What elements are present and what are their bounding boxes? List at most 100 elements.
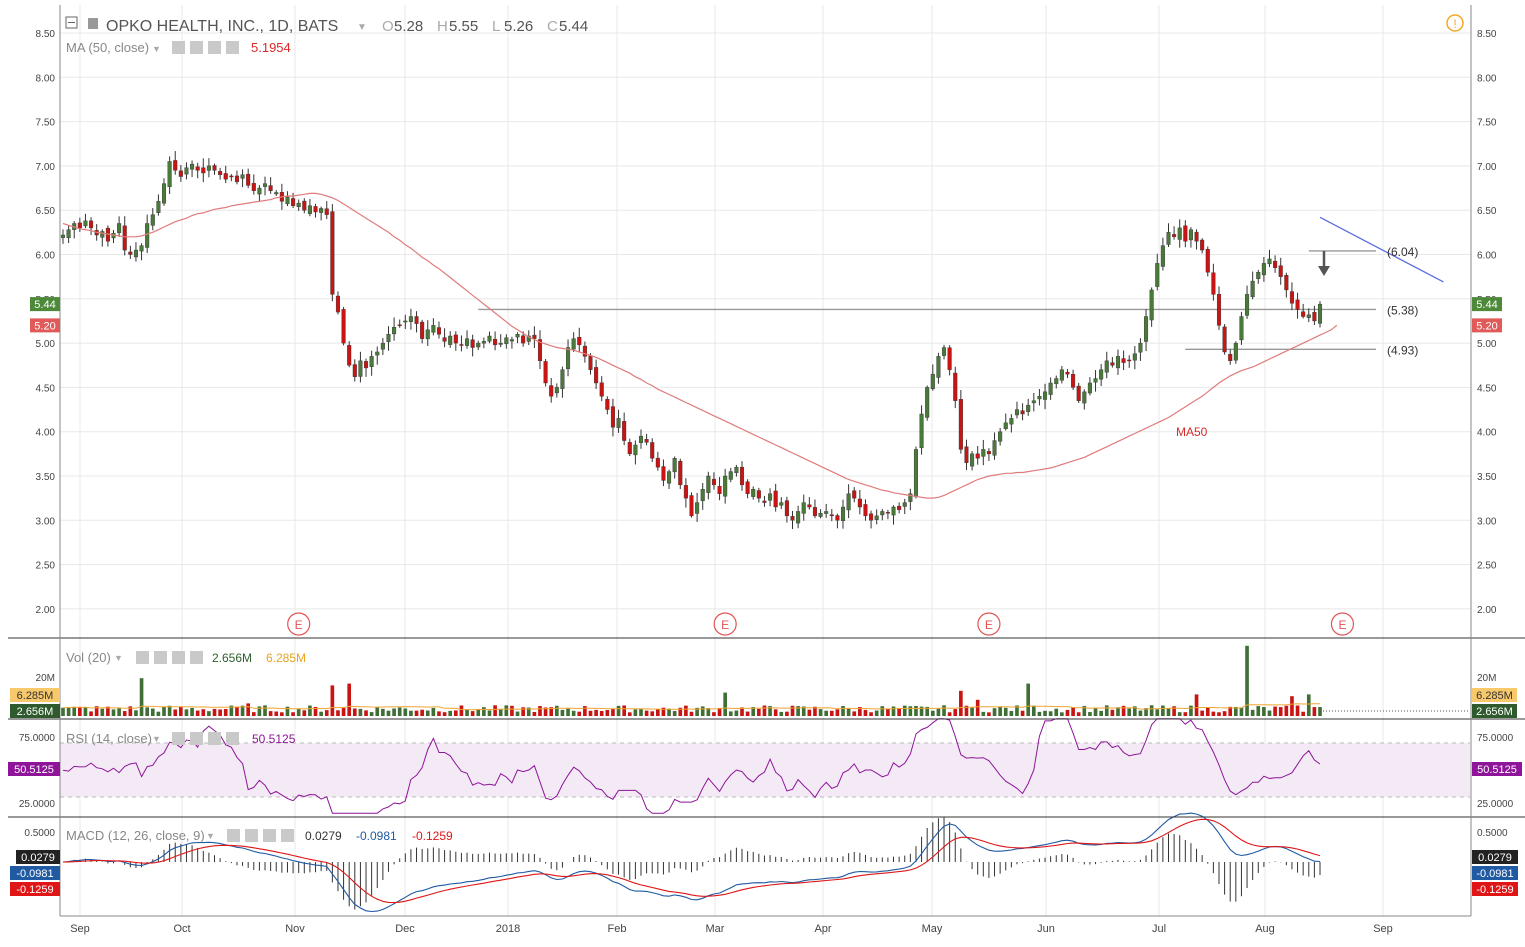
candle-body — [1177, 227, 1182, 240]
volume-ma-badge-text: 6.285M — [1476, 690, 1513, 702]
candle[interactable] — [341, 306, 346, 346]
candle-body — [268, 185, 273, 191]
volume-bar — [1318, 707, 1322, 716]
time-axis-label[interactable]: May — [922, 923, 943, 935]
trading-chart[interactable]: MA50 (6.04) (5.38) (4.93) E E E E 8.50 8.50 8.0… — [0, 0, 1525, 942]
volume-legend-label[interactable]: Vol (20) — [66, 650, 111, 665]
y-axis-label-left: 8.00 — [36, 73, 56, 84]
candle[interactable] — [913, 446, 918, 499]
earnings-marker[interactable]: E — [287, 612, 311, 636]
settings-icon[interactable] — [190, 732, 203, 745]
time-axis-label[interactable]: Dec — [395, 923, 415, 935]
eye-icon[interactable] — [227, 829, 240, 842]
close-icon[interactable] — [226, 732, 239, 745]
more-icon[interactable] — [172, 651, 185, 664]
eye-icon[interactable] — [136, 651, 149, 664]
y-axis-label-right: 3.50 — [1477, 472, 1497, 483]
more-icon[interactable] — [208, 732, 221, 745]
volume-bar — [1127, 708, 1132, 716]
candle-body — [498, 342, 503, 345]
time-axis-label[interactable]: Nov — [285, 923, 305, 935]
volume-bar — [1301, 711, 1305, 716]
time-axis-label[interactable]: Apr — [814, 923, 831, 935]
ma-legend-label[interactable]: MA (50, close) — [66, 40, 149, 55]
time-axis-label[interactable]: Oct — [173, 923, 190, 935]
candle-body — [1200, 239, 1205, 251]
close-icon[interactable] — [226, 41, 239, 54]
candle-body — [975, 453, 980, 459]
close-icon[interactable] — [281, 829, 294, 842]
candle[interactable] — [689, 492, 694, 518]
candle-body — [695, 502, 700, 514]
chart-canvas[interactable]: MA50 (6.04) (5.38) (4.93) E E E E 8.50 8.50 8.0… — [0, 0, 1525, 942]
volume-bar — [296, 709, 301, 716]
more-icon[interactable] — [263, 829, 276, 842]
candle-body — [807, 504, 812, 508]
candle-body — [829, 514, 834, 517]
candle[interactable] — [1076, 382, 1081, 404]
rsi-axis-label: 25.0000 — [1477, 799, 1514, 810]
time-axis-label[interactable]: Mar — [706, 923, 725, 935]
candle[interactable] — [958, 389, 963, 454]
symbol-dropdown-icon[interactable]: ▼ — [357, 22, 367, 33]
rsi-legend-label[interactable]: RSI (14, close) — [66, 731, 152, 746]
candle-body — [1149, 289, 1154, 321]
time-axis-label[interactable]: Jul — [1152, 923, 1166, 935]
more-icon[interactable] — [208, 41, 221, 54]
earnings-marker[interactable]: E — [977, 612, 1001, 636]
time-axis-label[interactable]: Feb — [608, 923, 627, 935]
candle[interactable] — [1222, 324, 1227, 355]
volume-bar — [1104, 705, 1109, 716]
candle-body — [1138, 342, 1143, 353]
candle-body — [638, 435, 644, 443]
candle[interactable] — [330, 204, 335, 302]
candle[interactable] — [1317, 301, 1323, 328]
candle-body — [1026, 404, 1031, 412]
candle-body — [66, 229, 71, 238]
ohlc-value: 5.28 — [394, 18, 423, 35]
volume-bar — [1060, 712, 1064, 716]
candle-body — [347, 345, 352, 366]
candle-body — [465, 338, 470, 346]
time-axis-label[interactable]: Jun — [1037, 923, 1055, 935]
candle-body — [386, 334, 391, 342]
time-axis-label[interactable]: Sep — [70, 923, 90, 935]
earnings-marker[interactable]: E — [713, 612, 737, 636]
volume-bar — [992, 708, 997, 716]
time-axis-label[interactable]: Sep — [1373, 923, 1393, 935]
candle[interactable] — [1205, 246, 1210, 277]
macd-dropdown-icon[interactable]: ▼ — [206, 831, 215, 841]
volume-dropdown-icon[interactable]: ▼ — [114, 653, 123, 663]
candle[interactable] — [1239, 311, 1244, 345]
time-axis-label[interactable]: Aug — [1255, 923, 1275, 935]
rsi-legend[interactable]: RSI (14, close) ▼ 50.5125 — [66, 731, 296, 746]
candle-body — [796, 511, 801, 524]
candle-body — [1261, 263, 1266, 276]
candle[interactable] — [678, 458, 683, 490]
candle[interactable] — [543, 358, 548, 387]
symbol-title[interactable]: OPKO HEALTH, INC., 1D, BATS — [106, 18, 338, 35]
settings-icon[interactable] — [245, 829, 258, 842]
candle-body — [420, 321, 425, 339]
ma-dropdown-icon[interactable]: ▼ — [152, 44, 161, 54]
volume-bar — [122, 711, 127, 716]
eye-icon[interactable] — [172, 732, 185, 745]
candle-body — [992, 440, 997, 456]
earnings-marker[interactable]: E — [1330, 612, 1355, 636]
volume-bar — [1250, 709, 1255, 716]
time-axis-label[interactable]: 2018 — [496, 923, 520, 935]
candle-body — [504, 337, 509, 344]
candle-body — [577, 336, 582, 346]
candle-body — [352, 364, 357, 377]
settings-icon[interactable] — [190, 41, 203, 54]
eye-icon[interactable] — [172, 41, 185, 54]
close-icon[interactable] — [190, 651, 203, 664]
ma50-label: MA50 — [1176, 425, 1208, 439]
candle-body — [1054, 378, 1059, 385]
candle-body — [161, 183, 167, 204]
volume-bar — [498, 708, 503, 716]
settings-icon[interactable] — [154, 651, 167, 664]
candle[interactable] — [925, 385, 930, 421]
rsi-dropdown-icon[interactable]: ▼ — [152, 734, 161, 744]
macd-legend-label[interactable]: MACD (12, 26, close, 9) — [66, 828, 205, 843]
